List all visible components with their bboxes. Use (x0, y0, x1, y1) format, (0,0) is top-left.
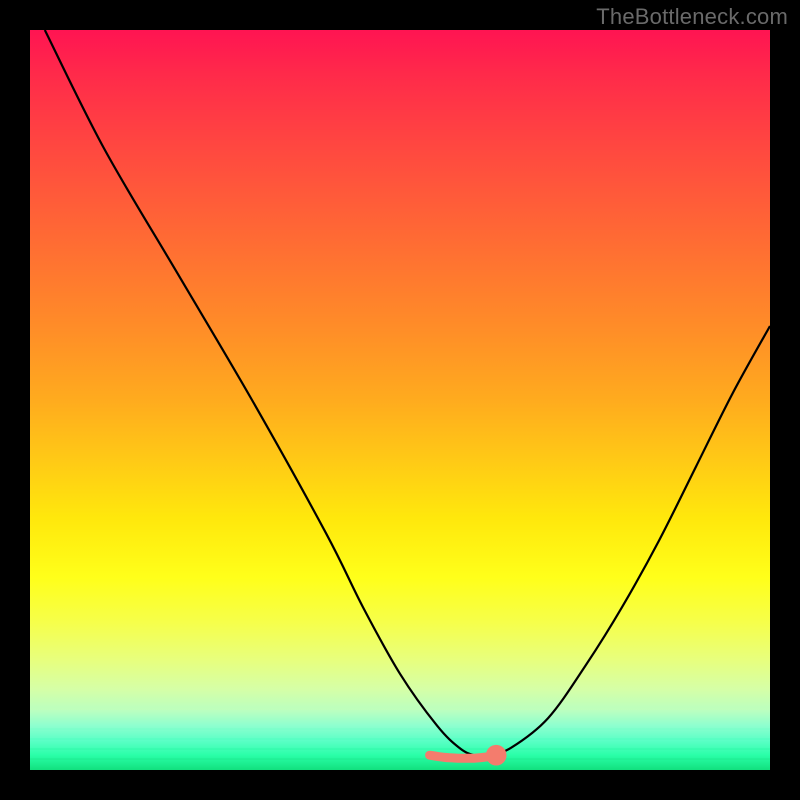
curve-layer (30, 30, 770, 770)
chart-frame: TheBottleneck.com (0, 0, 800, 800)
highlight-endpoint-marker (486, 745, 507, 766)
bottleneck-curve (45, 30, 770, 756)
plot-area (30, 30, 770, 770)
watermark-text: TheBottleneck.com (596, 4, 788, 30)
